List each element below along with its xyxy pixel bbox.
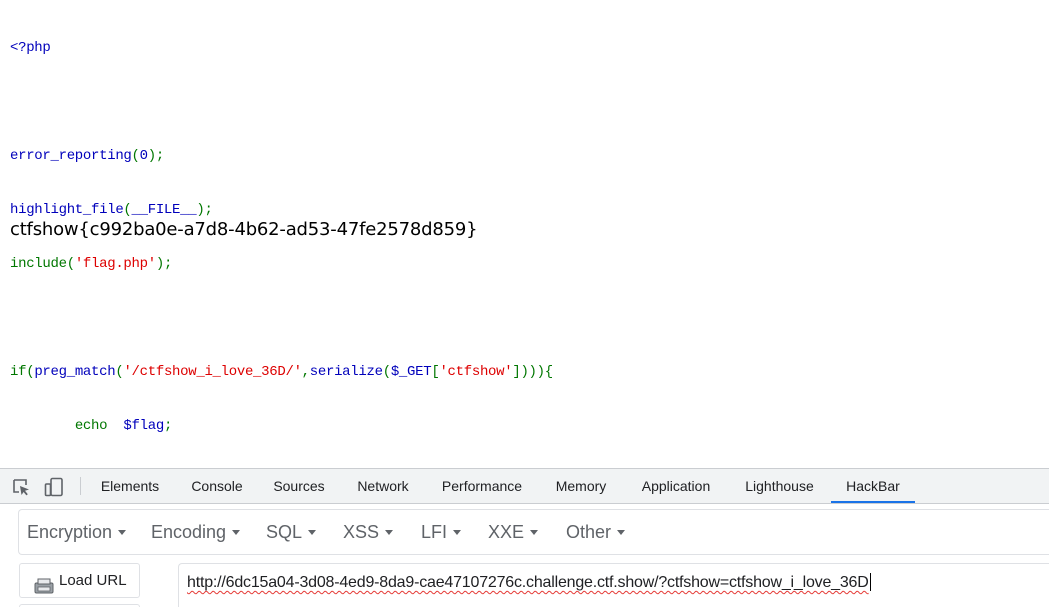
code-keyword: echo — [74, 418, 108, 434]
caret-down-icon — [232, 529, 241, 535]
code-arg: 0 — [139, 148, 148, 164]
code-string: '/ctfshow_i_love_36D/' — [123, 364, 302, 380]
caret-down-icon — [617, 529, 626, 535]
menu-encoding[interactable]: Encoding — [151, 510, 241, 554]
php-open-tag: <?php — [10, 40, 51, 56]
inspect-element-icon[interactable] — [11, 477, 31, 497]
devtools-panel: Elements Console Sources Network Perform… — [0, 468, 1049, 607]
code-punct: ( — [131, 148, 140, 164]
code-punct: ); — [155, 256, 173, 272]
caret-down-icon — [453, 529, 462, 535]
code-punct: , — [301, 364, 310, 380]
hackbar-menubar: Encryption Encoding SQL XSS LFI XXE Othe… — [18, 509, 1049, 555]
load-url-icon — [34, 573, 54, 594]
code-fn: preg_match — [34, 364, 116, 380]
tab-memory[interactable]: Memory — [541, 469, 621, 503]
menu-other[interactable]: Other — [566, 510, 626, 554]
code-string: 'flag.php' — [74, 256, 156, 272]
url-value: http://6dc15a04-3d08-4ed9-8da9-cae471072… — [187, 574, 869, 591]
tab-performance[interactable]: Performance — [431, 469, 533, 503]
code-var: $_GET — [390, 364, 432, 380]
tab-sources[interactable]: Sources — [262, 469, 336, 503]
code-punct: ; — [163, 418, 173, 434]
menu-xxe-label: XXE — [488, 522, 525, 542]
tab-console[interactable]: Console — [177, 469, 257, 503]
caret-down-icon — [530, 529, 539, 535]
source-line-6 — [10, 309, 553, 327]
code-punct: ( — [66, 256, 75, 272]
tabbar-separator — [80, 477, 81, 495]
source-line-4: highlight_file(__FILE__); — [10, 201, 553, 219]
caret-down-icon — [308, 529, 317, 535]
code-arg: __FILE__ — [131, 202, 197, 218]
code-var: $flag — [123, 418, 164, 434]
tab-application[interactable]: Application — [628, 469, 724, 503]
menu-lfi-label: LFI — [421, 522, 448, 542]
code-punct: ( — [382, 364, 391, 380]
caret-down-icon — [118, 529, 127, 535]
url-input[interactable]: http://6dc15a04-3d08-4ed9-8da9-cae471072… — [178, 563, 1049, 607]
code-punct: ); — [196, 202, 213, 218]
device-toolbar-icon[interactable] — [44, 477, 64, 497]
source-line-3: error_reporting(0); — [10, 147, 553, 165]
load-url-label: Load URL — [59, 572, 127, 589]
tab-hackbar[interactable]: HackBar — [831, 469, 915, 503]
code-fn: error_reporting — [10, 148, 132, 164]
menu-other-label: Other — [566, 522, 612, 542]
code-keyword: if( — [10, 364, 35, 380]
code-keyword: include — [10, 256, 67, 272]
code-fn: highlight_file — [10, 202, 124, 218]
menu-encoding-label: Encoding — [151, 522, 227, 542]
menu-sql-label: SQL — [266, 522, 303, 542]
tab-lighthouse[interactable]: Lighthouse — [732, 469, 827, 503]
source-line-7: if(preg_match ( '/ctfshow_i_love_36D/',ser… — [10, 363, 553, 381]
source-line-8: echo $flag; — [10, 417, 553, 435]
menu-xss-label: XSS — [343, 522, 380, 542]
menu-xxe[interactable]: XXE — [488, 510, 539, 554]
menu-xss[interactable]: XSS — [343, 510, 394, 554]
code-string: 'ctfshow' — [439, 364, 513, 380]
load-url-button[interactable]: Load URL — [19, 563, 140, 598]
code-fn: serialize — [309, 364, 383, 380]
menu-encryption[interactable]: Encryption — [27, 510, 127, 554]
php-source-code: <?php error_reporting(0); highlight_file… — [10, 3, 553, 507]
menu-lfi[interactable]: LFI — [421, 510, 462, 554]
menu-sql[interactable]: SQL — [266, 510, 317, 554]
code-punct: ( — [123, 202, 132, 218]
source-line-2 — [10, 93, 553, 111]
code-punct: ); — [147, 148, 165, 164]
text-caret — [869, 573, 871, 591]
flag-output: ctfshow{c992ba0e-a7d8-4b62-ad53-47fe2578… — [10, 219, 478, 240]
menu-encryption-label: Encryption — [27, 522, 113, 542]
url-text: http://6dc15a04-3d08-4ed9-8da9-cae471072… — [187, 573, 871, 592]
source-line-1: <?php — [10, 39, 553, 57]
tab-elements[interactable]: Elements — [89, 469, 171, 503]
caret-down-icon — [385, 529, 394, 535]
tab-network[interactable]: Network — [342, 469, 424, 503]
source-line-5: include('flag.php'); — [10, 255, 553, 273]
devtools-tabbar: Elements Console Sources Network Perform… — [0, 469, 1049, 504]
code-punct: ]))){ — [512, 364, 553, 380]
